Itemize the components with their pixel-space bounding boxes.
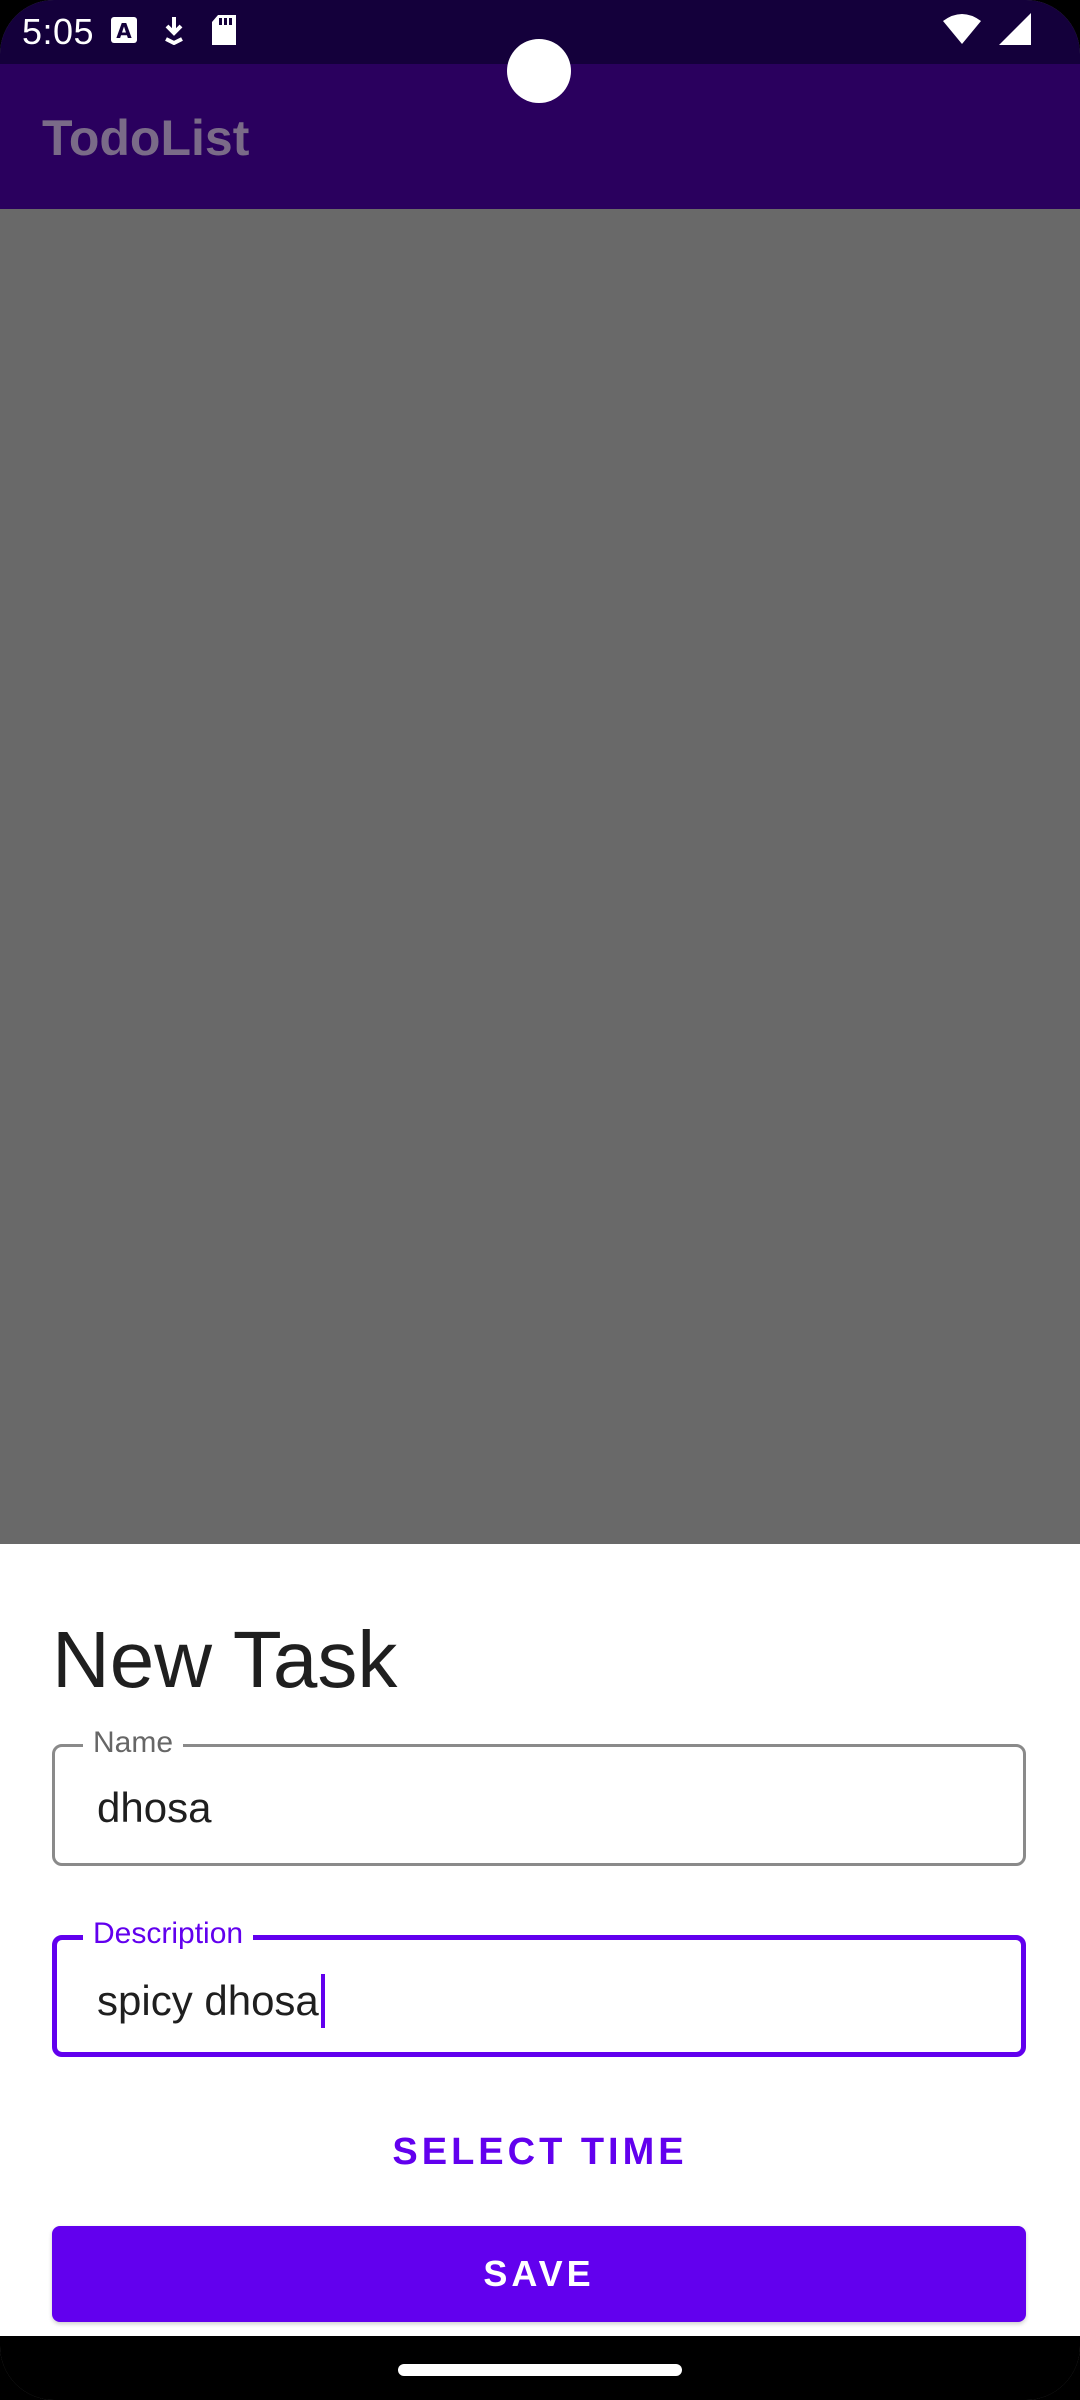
home-gesture-handle[interactable] [398,2364,682,2376]
name-field-value[interactable]: dhosa [97,1783,211,1833]
font-notification-icon: A [110,16,138,49]
phone-screen: 5:05 A TodoList New Task Name dhosa Desc… [0,0,1080,2400]
modal-scrim[interactable] [0,209,1080,1544]
new-task-bottom-sheet: New Task Name dhosa Description spicy dh… [0,1544,1080,2336]
status-time: 5:05 [22,11,95,52]
status-system-icons [942,12,1032,51]
camera-cutout [507,39,571,103]
sheet-title: New Task [52,1615,398,1704]
app-title: TodoList [42,110,250,166]
name-field-label: Name [83,1725,184,1761]
name-field[interactable]: Name dhosa [52,1725,1026,1866]
download-notification-icon [160,15,188,50]
status-notification-icons: A [110,14,238,51]
sd-card-icon [210,14,238,51]
description-field[interactable]: Description spicy dhosa [52,1916,1026,2057]
cell-signal-icon [998,12,1032,51]
description-input-text: spicy dhosa [97,1977,319,2024]
description-field-label: Description [83,1916,254,1952]
description-field-value[interactable]: spicy dhosa [97,1974,325,2028]
select-time-button[interactable]: SELECT TIME [0,2122,1080,2182]
svg-text:A: A [116,19,132,43]
save-button[interactable]: SAVE [52,2226,1026,2322]
wifi-icon [942,13,982,50]
navigation-bar [0,2336,1080,2400]
name-input-text: dhosa [97,1784,212,1831]
text-cursor [320,1974,325,2028]
